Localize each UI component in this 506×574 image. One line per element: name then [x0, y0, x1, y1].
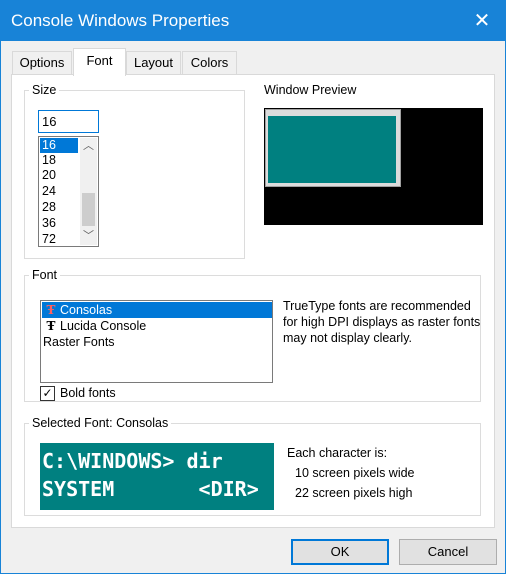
tab-layout[interactable]: Layout: [126, 51, 181, 74]
scroll-thumb[interactable]: [82, 193, 95, 226]
font-group-label: Font: [32, 268, 58, 282]
font-group: Font Ŧ Consolas Ŧ Lucida Console Raster Fo…: [24, 268, 481, 402]
font-option-label: Lucida Console: [60, 319, 147, 333]
truetype-note: TrueType fonts are recommended for high …: [283, 299, 481, 345]
truetype-font-icon: Ŧ: [46, 303, 56, 317]
char-width: 10 screen pixels wide: [295, 466, 415, 480]
size-option[interactable]: 24: [40, 184, 78, 199]
font-option-lucida[interactable]: Ŧ Lucida Console: [42, 318, 272, 334]
window-preview-label: Window Preview: [264, 83, 357, 97]
character-size-info: Each character is: 10 screen pixels wide…: [287, 443, 415, 503]
close-icon[interactable]: ✕: [459, 1, 505, 41]
title-bar[interactable]: Console Windows Properties ✕: [1, 1, 505, 41]
ok-button[interactable]: OK: [291, 539, 389, 565]
char-height: 22 screen pixels high: [295, 486, 413, 500]
preview-console-area: [268, 116, 396, 183]
size-option[interactable]: 28: [40, 200, 78, 215]
font-sample-preview: C:\WINDOWS> dir SYSTEM <DIR>: [40, 443, 274, 510]
sample-line-1: C:\WINDOWS> dir: [42, 449, 223, 473]
size-input[interactable]: [38, 110, 99, 133]
bold-fonts-label[interactable]: Bold fonts: [60, 386, 116, 400]
size-group-label: Size: [32, 83, 57, 97]
preview-window: [265, 109, 401, 187]
font-option-label: Raster Fonts: [43, 335, 115, 349]
size-listbox[interactable]: 16 18 20 24 28 36 72 ︿ ﹀: [38, 136, 99, 247]
tab-options[interactable]: Options: [12, 51, 72, 74]
size-scrollbar[interactable]: ︿ ﹀: [80, 138, 97, 245]
bold-fonts-checkbox[interactable]: ✓: [40, 386, 55, 401]
scroll-down-icon[interactable]: ﹀: [80, 228, 97, 245]
selected-font-group: Selected Font: Consolas C:\WINDOWS> dir S…: [24, 416, 481, 516]
scroll-up-icon[interactable]: ︿: [80, 138, 97, 155]
tab-colors[interactable]: Colors: [182, 51, 237, 74]
size-option[interactable]: 18: [40, 153, 78, 168]
size-option[interactable]: 72: [40, 232, 78, 247]
cancel-button[interactable]: Cancel: [399, 539, 497, 565]
size-option[interactable]: 16: [40, 138, 78, 153]
window-title: Console Windows Properties: [11, 11, 230, 30]
size-option[interactable]: 36: [40, 216, 78, 231]
sample-line-2: SYSTEM <DIR>: [42, 477, 259, 501]
font-option-raster[interactable]: Raster Fonts: [42, 334, 272, 350]
tab-font[interactable]: Font: [73, 48, 126, 76]
char-heading: Each character is:: [287, 446, 388, 460]
size-option[interactable]: 20: [40, 168, 78, 183]
font-tab-panel: Size 16 18 20 24 28 36 72 ︿ ﹀ Window Pre…: [11, 74, 495, 528]
selected-font-label: Selected Font: Consolas: [32, 416, 169, 430]
window-preview: [264, 108, 483, 225]
font-option-consolas[interactable]: Ŧ Consolas: [42, 302, 272, 318]
font-option-label: Consolas: [60, 303, 113, 317]
console-properties-dialog: Console Windows Properties ✕ Options Fon…: [0, 0, 506, 574]
font-listbox[interactable]: Ŧ Consolas Ŧ Lucida Console Raster Fonts: [40, 300, 273, 383]
truetype-font-icon: Ŧ: [46, 319, 56, 333]
